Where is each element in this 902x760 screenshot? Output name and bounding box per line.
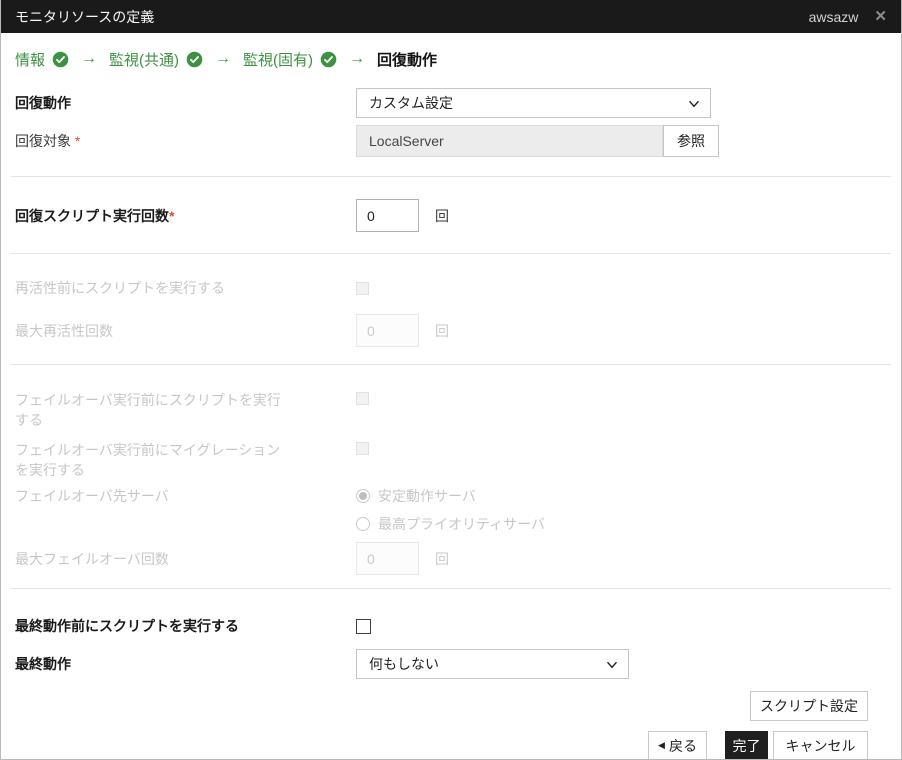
chevron-down-icon: [605, 658, 619, 675]
failover-target-server-label: フェイルオーバ先サーバ: [15, 488, 169, 504]
step-info[interactable]: 情報: [15, 49, 69, 70]
cancel-button[interactable]: キャンセル: [773, 731, 868, 759]
final-action-label: 最終動作: [15, 656, 71, 672]
max-failover-row: 最大フェイルオーバ回数 回: [1, 542, 901, 575]
recovery-action-label: 回復動作: [15, 95, 71, 111]
script-before-final-action-label: 最終動作前にスクリプトを実行する: [15, 618, 239, 634]
script-before-final-action-row: 最終動作前にスクリプトを実行する: [1, 616, 901, 636]
dialog-title: モニタリソースの定義: [15, 8, 155, 25]
recovery-script-count-input[interactable]: [356, 199, 419, 232]
step-recovery-action: 回復動作: [377, 51, 438, 69]
step-label: 情報: [15, 51, 46, 69]
wizard-breadcrumb: 情報 → 監視(共通) → 監視(固有) → 回復動作: [15, 48, 887, 70]
back-button[interactable]: ◀ 戻る: [648, 731, 707, 759]
arrow-right-icon: →: [349, 50, 366, 67]
browse-button[interactable]: 参照: [663, 125, 719, 157]
radio-option-label: 最高プライオリティサーバ: [378, 516, 546, 532]
check-circle-icon: [320, 51, 337, 68]
step-label: 監視(固有): [243, 51, 314, 69]
migration-before-failover-label: フェイルオーバ実行前にマイグレーションを実行する: [15, 442, 281, 478]
section-divider: [11, 588, 891, 589]
migration-before-failover-checkbox: [356, 442, 369, 455]
check-circle-icon: [186, 51, 203, 68]
arrow-right-icon: →: [215, 50, 232, 67]
section-divider: [11, 364, 891, 365]
radio-selected-icon: [356, 489, 370, 503]
script-before-reactivation-checkbox: [356, 281, 369, 295]
script-before-reactivation-row: 再活性前にスクリプトを実行する: [1, 278, 901, 298]
dialog-footer: ◀ 戻る 完了 キャンセル: [1, 731, 901, 759]
section-divider: [11, 176, 891, 177]
unit-label: 回: [435, 207, 449, 224]
radio-option-highest-priority-server: 最高プライオリティサーバ: [356, 514, 545, 534]
recovery-action-value: カスタム設定: [369, 95, 453, 111]
check-circle-icon: [52, 51, 69, 68]
radio-unselected-icon: [356, 517, 370, 531]
recovery-script-count-label: 回復スクリプト実行回数*: [15, 207, 175, 224]
required-mark: *: [169, 207, 175, 224]
required-mark: *: [74, 133, 81, 149]
unit-label: 回: [435, 550, 449, 567]
max-failover-label: 最大フェイルオーバ回数: [15, 550, 169, 567]
step-monitor-special[interactable]: 監視(固有): [243, 49, 337, 70]
radio-option-label: 安定動作サーバ: [378, 488, 476, 504]
script-before-final-action-checkbox[interactable]: [356, 618, 371, 634]
failover-target-server-row: フェイルオーバ先サーバ 安定動作サーバ 最高プライオリティサーバ: [1, 486, 901, 534]
max-reactivation-row: 最大再活性回数 回: [1, 314, 901, 347]
recovery-target-value: LocalServer: [369, 133, 444, 149]
recovery-target-field: LocalServer: [356, 125, 663, 157]
max-reactivation-input: [356, 314, 419, 347]
recovery-target-row: 回復対象 * LocalServer 参照: [1, 125, 901, 157]
recovery-action-select[interactable]: カスタム設定: [356, 88, 711, 118]
script-settings-button[interactable]: スクリプト設定: [750, 691, 868, 721]
final-action-value: 何もしない: [369, 656, 439, 672]
failover-target-server-radio-group: 安定動作サーバ 最高プライオリティサーバ: [356, 486, 545, 534]
max-failover-input: [356, 542, 419, 575]
recovery-script-count-row: 回復スクリプト実行回数* 回: [1, 199, 901, 232]
close-icon[interactable]: ✕: [874, 9, 887, 24]
recovery-action-row: 回復動作 カスタム設定: [1, 88, 901, 118]
unit-label: 回: [435, 322, 449, 339]
script-before-failover-checkbox: [356, 392, 369, 405]
arrow-right-icon: →: [81, 50, 98, 67]
section-divider: [11, 253, 891, 254]
chevron-down-icon: [687, 97, 701, 114]
finish-button[interactable]: 完了: [725, 731, 768, 759]
max-reactivation-label: 最大再活性回数: [15, 322, 113, 339]
resource-name: awsazw: [808, 8, 859, 25]
monitor-resource-definition-dialog: モニタリソースの定義 awsazw ✕ 情報 → 監視(共通) → 監視(固有)…: [0, 0, 902, 760]
final-action-select[interactable]: 何もしない: [356, 649, 629, 679]
migration-before-failover-row: フェイルオーバ実行前にマイグレーションを実行する: [1, 440, 901, 480]
back-arrow-icon: ◀: [658, 740, 665, 750]
title-bar: モニタリソースの定義 awsazw ✕: [1, 0, 901, 33]
script-before-failover-row: フェイルオーバ実行前にスクリプトを実行する: [1, 390, 901, 430]
script-before-failover-label: フェイルオーバ実行前にスクリプトを実行する: [15, 392, 281, 428]
step-monitor-common[interactable]: 監視(共通): [109, 49, 203, 70]
final-action-row: 最終動作 何もしない: [1, 649, 901, 679]
recovery-target-label: 回復対象 *: [15, 133, 81, 149]
script-settings-row: スクリプト設定: [1, 691, 901, 721]
radio-option-stable-server: 安定動作サーバ: [356, 486, 545, 506]
step-label: 監視(共通): [109, 51, 180, 69]
script-before-reactivation-label: 再活性前にスクリプトを実行する: [15, 280, 225, 296]
